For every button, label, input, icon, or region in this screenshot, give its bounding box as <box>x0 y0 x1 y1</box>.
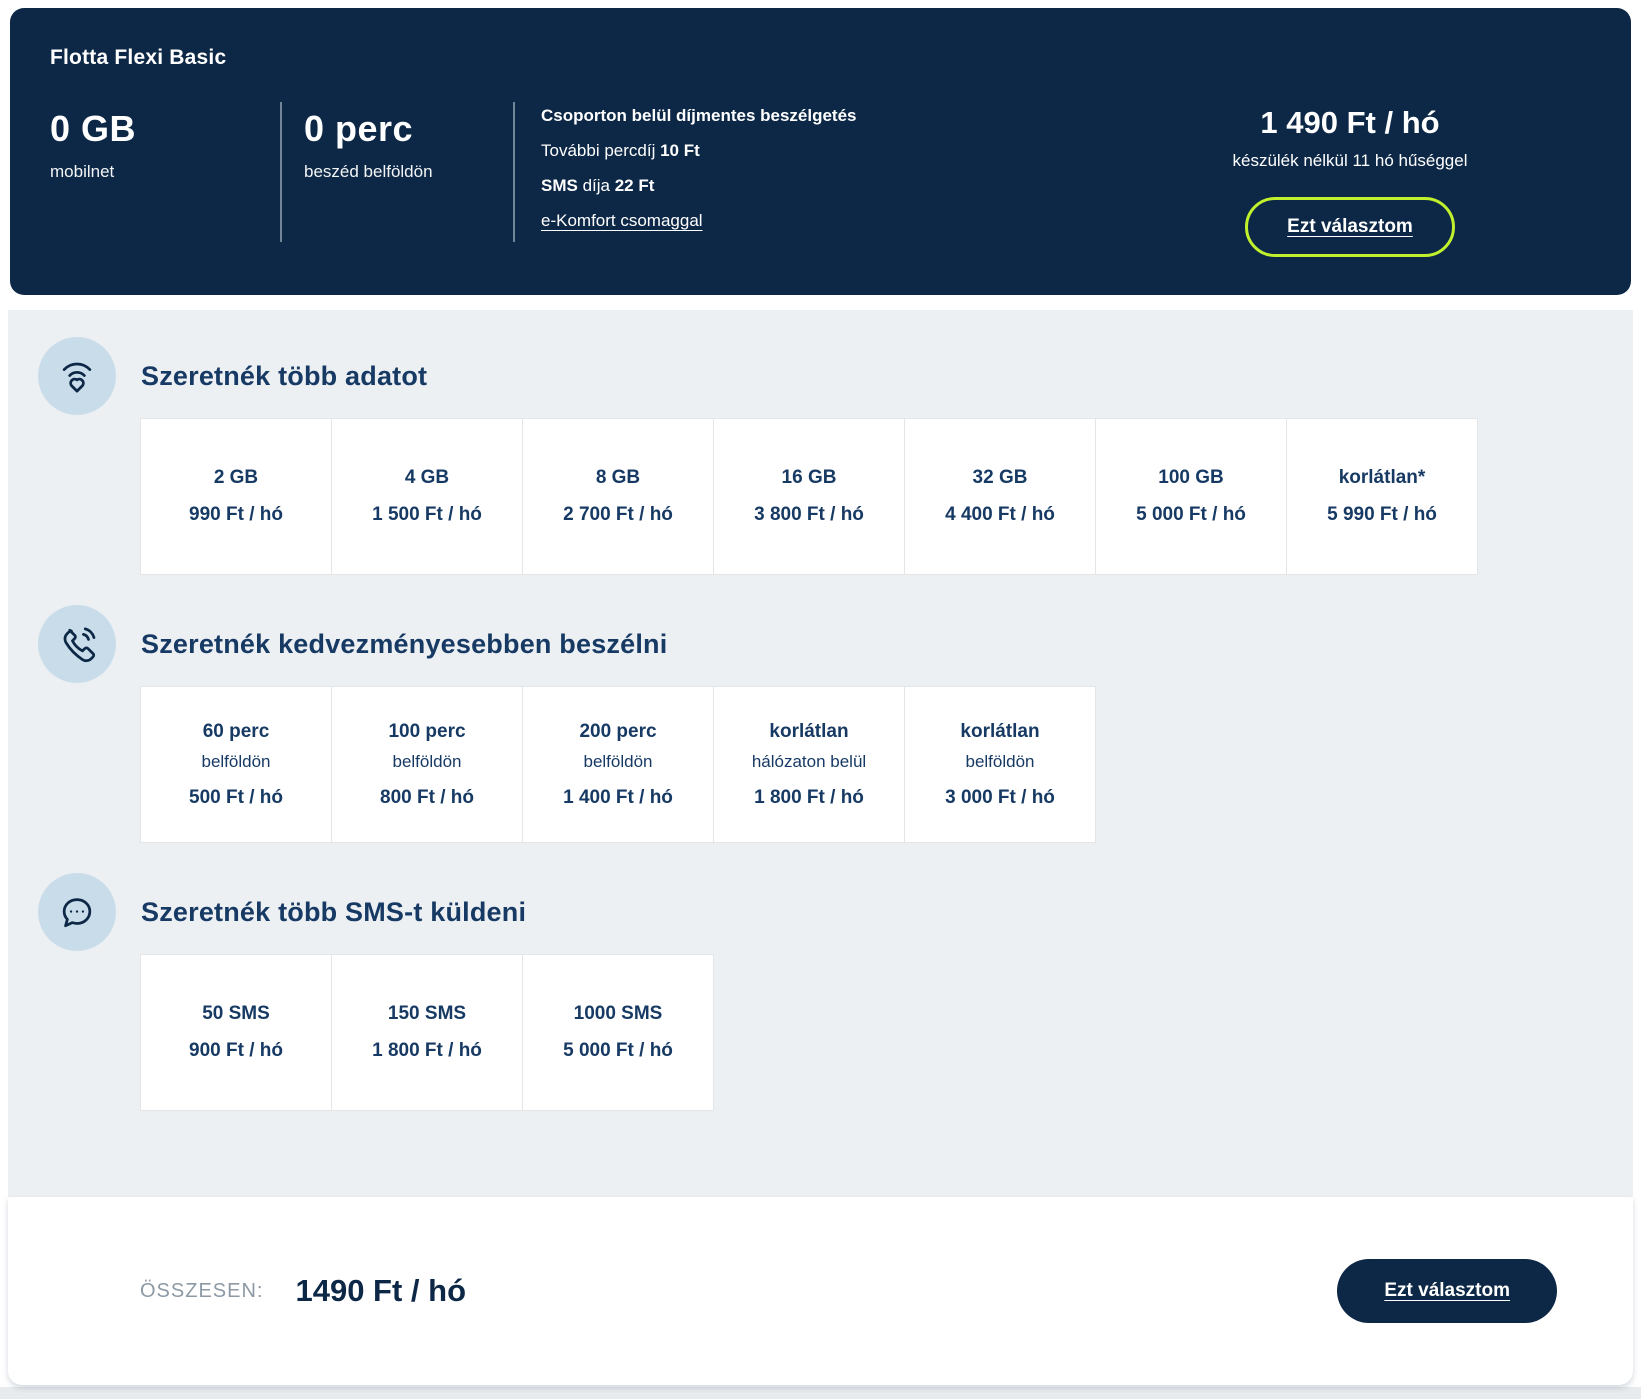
section-more-data: Szeretnék több adatot 2 GB 990 Ft / hó 4 G… <box>38 337 1633 575</box>
option-title: korlátlan <box>769 720 849 742</box>
option-subtitle: hálózaton belül <box>751 751 867 771</box>
plan-detail-line: További percdíj 10 Ft <box>541 141 700 160</box>
option-card[interactable]: 2 GB 990 Ft / hó <box>140 418 332 575</box>
option-price: 3 800 Ft / hó <box>754 504 864 525</box>
option-card[interactable]: 1000 SMS 5 000 Ft / hó <box>522 954 714 1111</box>
section-more-minutes: Szeretnék kedvezményesebben beszélni 60 … <box>38 605 1633 843</box>
option-card[interactable]: 8 GB 2 700 Ft / hó <box>522 418 714 575</box>
option-card[interactable]: korlátlan hálózaton belül 1 800 Ft / hó <box>713 686 905 843</box>
minutes-allowance-value: 0 perc <box>304 108 414 149</box>
total-bar: ÖSSZESEN: 1490 Ft / hó Ezt választom <box>8 1197 1633 1385</box>
phone-icon <box>38 605 116 683</box>
option-card[interactable]: 32 GB 4 400 Ft / hó <box>904 418 1096 575</box>
plan-detail-line: SMS díja 22 Ft <box>541 176 655 195</box>
total-label: ÖSSZESEN: <box>140 1279 264 1302</box>
option-price: 1 400 Ft / hó <box>563 786 673 808</box>
chat-bubble-icon <box>38 873 116 951</box>
section-title-more-sms: Szeretnék több SMS-t küldeni <box>141 896 527 927</box>
sms-option-cards: 50 SMS 900 Ft / hó 150 SMS 1 800 Ft / hó 100… <box>140 954 1633 1111</box>
option-card[interactable]: 50 SMS 900 Ft / hó <box>140 954 332 1111</box>
option-title: 100 GB <box>1158 467 1224 488</box>
wifi-heart-icon <box>38 337 116 415</box>
option-card[interactable]: 100 perc belföldön 800 Ft / hó <box>331 686 523 843</box>
option-title: 50 SMS <box>202 1003 270 1024</box>
data-option-cards: 2 GB 990 Ft / hó 4 GB 1 500 Ft / hó 8 GB 2 70… <box>140 418 1633 575</box>
option-card[interactable]: 16 GB 3 800 Ft / hó <box>713 418 905 575</box>
choose-plan-button-bottom[interactable]: Ezt választom <box>1337 1259 1557 1323</box>
option-card[interactable]: 200 perc belföldön 1 400 Ft / hó <box>522 686 714 843</box>
option-title: 100 perc <box>388 720 466 742</box>
total-value: 1490 Ft / hó <box>295 1273 467 1308</box>
page-bottom-strip <box>0 1387 1641 1399</box>
option-card[interactable]: 4 GB 1 500 Ft / hó <box>331 418 523 575</box>
options-panel: Szeretnék több adatot 2 GB 990 Ft / hó 4 G… <box>8 310 1633 1197</box>
option-title: korlátlan* <box>1338 467 1426 488</box>
option-subtitle: belföldön <box>201 751 271 771</box>
minutes-option-cards: 60 perc belföldön 500 Ft / hó 100 perc belfö… <box>140 686 1633 843</box>
option-card[interactable]: 150 SMS 1 800 Ft / hó <box>331 954 523 1111</box>
option-price: 4 400 Ft / hó <box>945 504 1055 525</box>
option-card[interactable]: 60 perc belföldön 500 Ft / hó <box>140 686 332 843</box>
option-price: 5 000 Ft / hó <box>563 1040 673 1061</box>
section-title-more-minutes: Szeretnék kedvezményesebben beszélni <box>141 628 668 659</box>
option-title: 200 perc <box>579 720 657 742</box>
option-subtitle: belföldön <box>583 751 653 771</box>
plan-price: 1 490 Ft / hó <box>1260 105 1440 140</box>
minutes-allowance: 0 perc beszéd belföldön <box>282 100 513 257</box>
option-price: 500 Ft / hó <box>189 786 283 808</box>
option-title: 1000 SMS <box>573 1003 663 1024</box>
option-card[interactable]: korlátlan belföldön 3 000 Ft / hó <box>904 686 1096 843</box>
option-price: 3 000 Ft / hó <box>945 786 1055 808</box>
section-more-sms: Szeretnék több SMS-t küldeni 50 SMS 900 F… <box>38 873 1633 1111</box>
option-price: 800 Ft / hó <box>380 786 474 808</box>
minutes-allowance-label: beszéd belföldön <box>304 162 433 181</box>
option-price: 900 Ft / hó <box>189 1040 283 1061</box>
option-subtitle: belföldön <box>392 751 462 771</box>
option-price: 5 990 Ft / hó <box>1327 504 1437 525</box>
option-title: 60 perc <box>202 720 270 742</box>
data-allowance-label: mobilnet <box>50 162 115 181</box>
option-price: 1 800 Ft / hó <box>372 1040 482 1061</box>
plan-summary-panel: Flotta Flexi Basic 0 GB mobilnet 0 perc … <box>10 8 1631 295</box>
option-card[interactable]: 100 GB 5 000 Ft / hó <box>1095 418 1287 575</box>
plan-name: Flotta Flexi Basic <box>50 46 227 69</box>
option-subtitle: belföldön <box>965 751 1035 771</box>
plan-details: Csoporton belül díjmentes beszélgetés Tov… <box>515 100 857 257</box>
option-title: 32 GB <box>972 467 1028 488</box>
plan-detail-lines: Csoporton belül díjmentes beszélgetés Tov… <box>541 106 857 196</box>
choose-plan-button-top[interactable]: Ezt választom <box>1245 197 1455 257</box>
plan-detail-line: Csoporton belül díjmentes beszélgetés <box>541 106 857 125</box>
option-price: 1 500 Ft / hó <box>372 504 482 525</box>
option-title: 16 GB <box>781 467 837 488</box>
option-price: 990 Ft / hó <box>189 504 283 525</box>
plan-price-note: készülék nélkül 11 hó hűséggel <box>1232 151 1468 170</box>
option-title: korlátlan <box>960 720 1040 742</box>
option-price: 2 700 Ft / hó <box>563 504 673 525</box>
ekomfort-link[interactable]: e-Komfort csomaggal <box>541 211 703 231</box>
price-block: 1 490 Ft / hó készülék nélkül 11 hó hűsé… <box>1209 100 1491 257</box>
option-price: 1 800 Ft / hó <box>754 786 864 808</box>
option-title: 2 GB <box>213 467 259 488</box>
option-title: 8 GB <box>595 467 641 488</box>
option-price: 5 000 Ft / hó <box>1136 504 1246 525</box>
option-title: 4 GB <box>404 467 450 488</box>
data-allowance-value: 0 GB <box>50 108 137 149</box>
option-card[interactable]: korlátlan* 5 990 Ft / hó <box>1286 418 1478 575</box>
data-allowance: 0 GB mobilnet <box>50 100 280 257</box>
option-title: 150 SMS <box>387 1003 467 1024</box>
section-title-more-data: Szeretnék több adatot <box>141 360 428 391</box>
